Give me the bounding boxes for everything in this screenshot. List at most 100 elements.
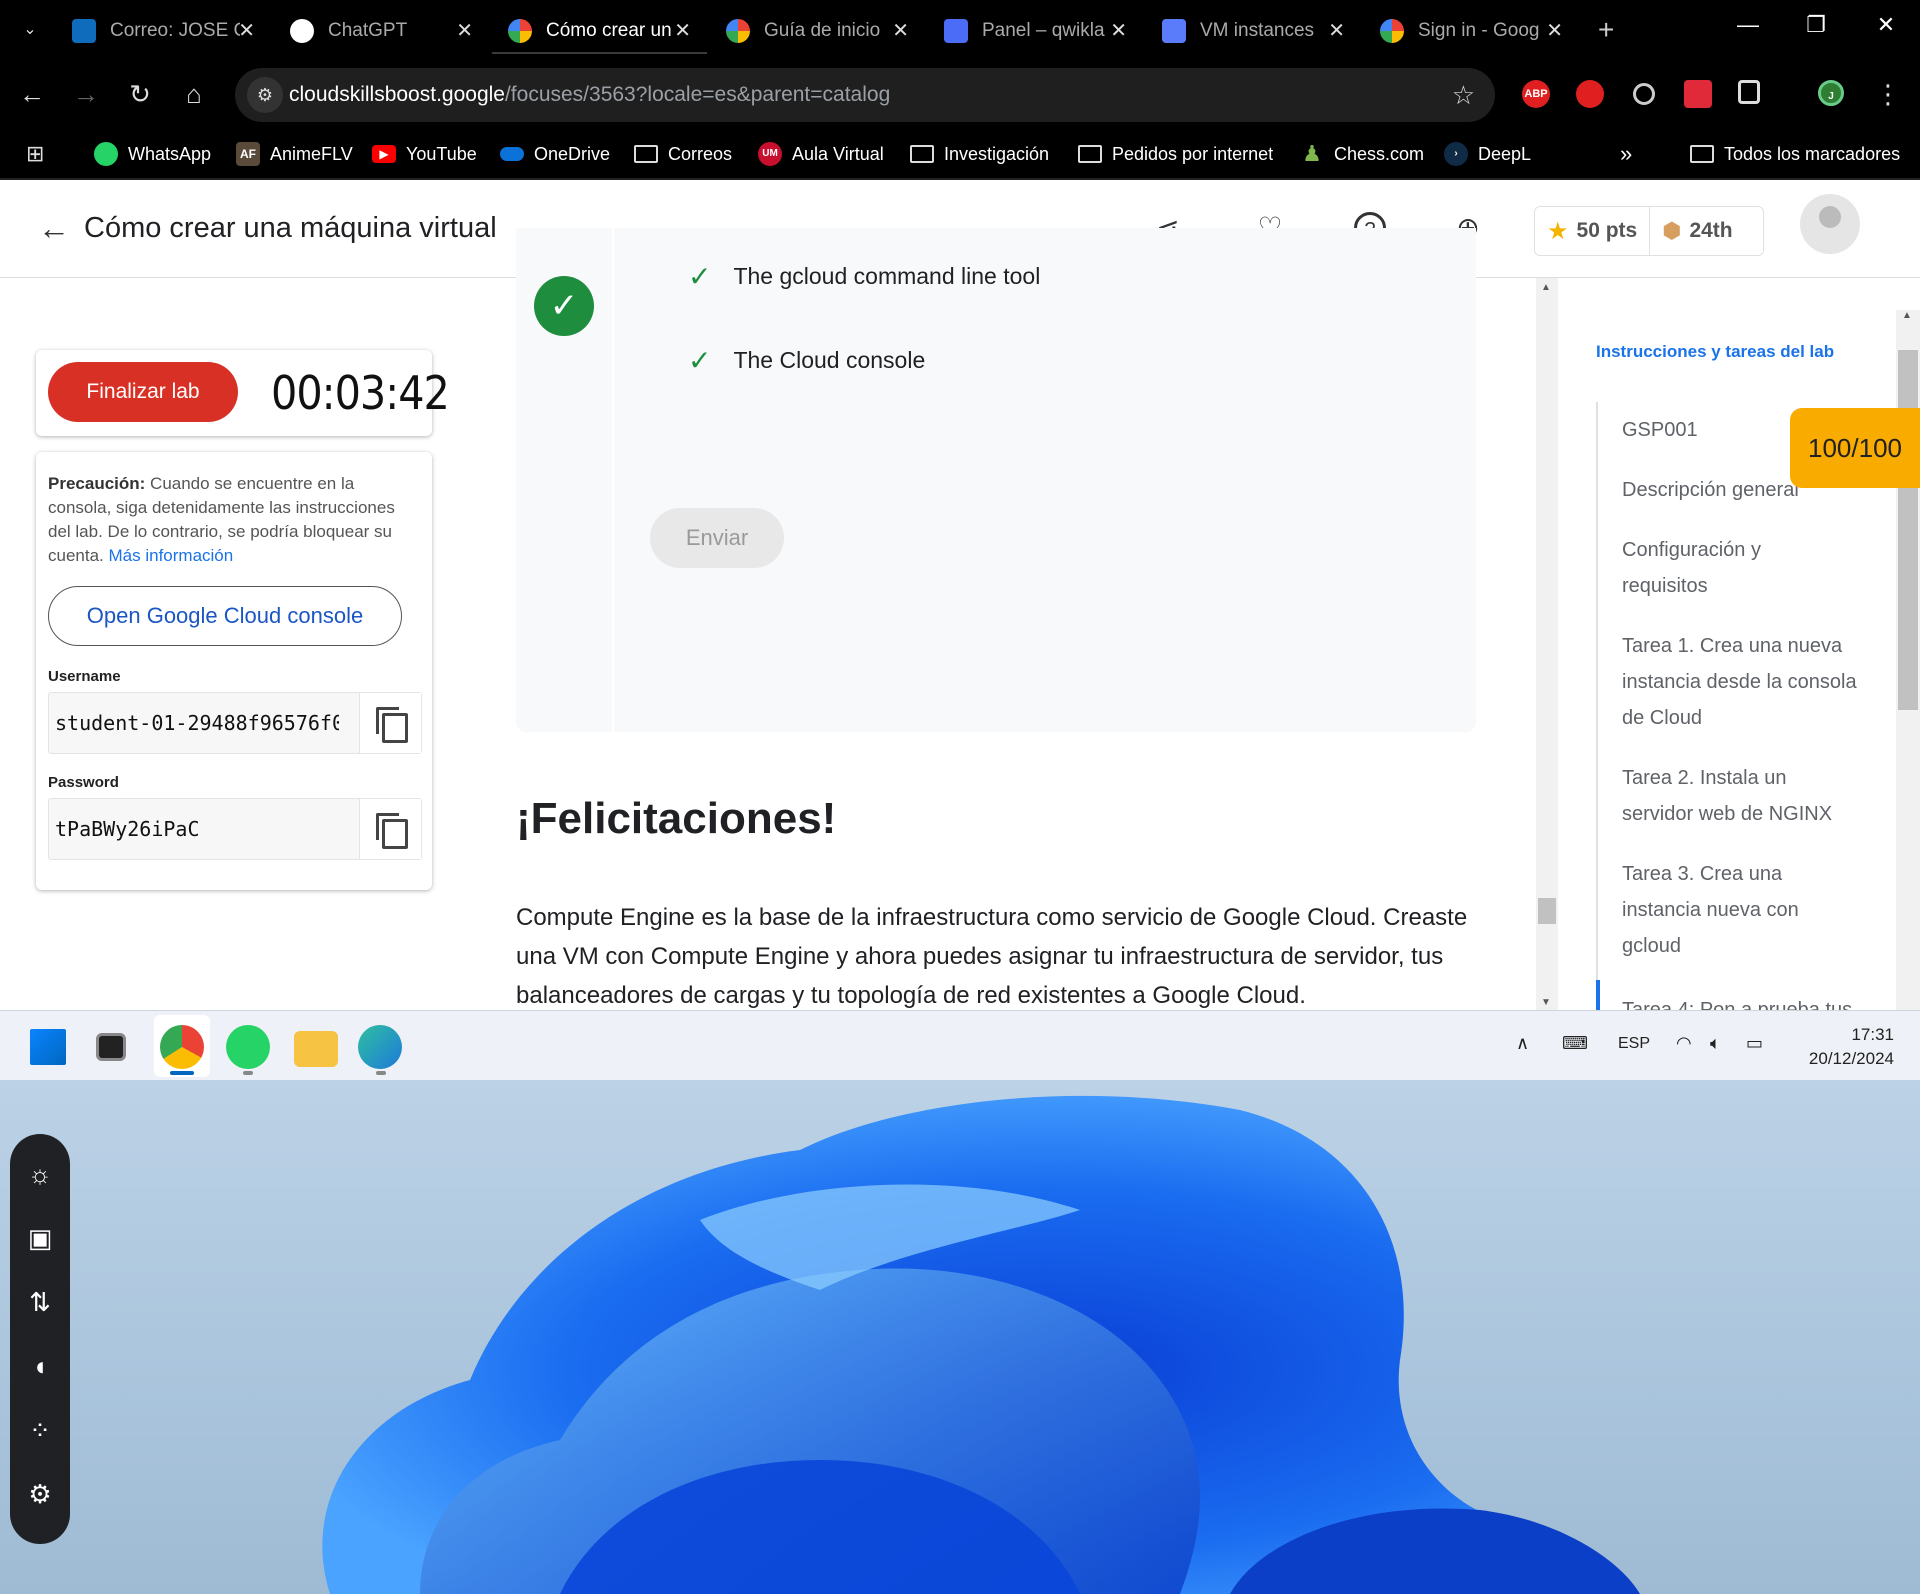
bookmark-label: YouTube [406, 143, 477, 164]
volume-muted-icon[interactable]: 🔈︎ [1710, 1033, 1721, 1054]
keyboard-icon[interactable]: ⌨ [1562, 1033, 1588, 1054]
bookmark-correos[interactable]: Correos [634, 140, 732, 168]
bookmark-whatsapp[interactable]: WhatsApp [94, 140, 211, 168]
chrome-icon[interactable] [160, 1025, 204, 1069]
close-icon[interactable]: ✕ [1546, 19, 1563, 43]
brightness-icon[interactable]: ☼ [24, 1158, 56, 1190]
taskbar-clock[interactable]: 17:31 20/12/2024 [1784, 1023, 1894, 1071]
score-box: ★ 50 pts ⬢ 24th [1534, 206, 1764, 256]
extension-circle-icon[interactable] [1633, 83, 1655, 105]
toc-item[interactable]: Tarea 2. Instala un servidor web de NGIN… [1622, 760, 1862, 832]
toc-item[interactable]: Tarea 3. Crea una instancia nueva con gc… [1622, 856, 1842, 964]
more-bookmarks-button[interactable]: » [1620, 140, 1632, 168]
tab-como-crear[interactable]: Cómo crear un ✕ [492, 10, 707, 54]
adblock-plus-icon[interactable]: ABP [1522, 80, 1550, 108]
restore-button[interactable]: ❐ [1796, 12, 1836, 38]
bookmark-deepl[interactable]: › DeepL [1444, 140, 1531, 168]
end-lab-button[interactable]: Finalizar lab [48, 362, 238, 422]
wifi-icon[interactable]: ◠ [1676, 1033, 1692, 1054]
more-info-link[interactable]: Más información [109, 546, 234, 565]
close-icon[interactable]: ✕ [238, 19, 255, 43]
close-icon[interactable]: ✕ [456, 19, 473, 43]
compute-engine-icon [1162, 19, 1186, 43]
toc-item[interactable]: Tarea 4: Pon a prueba tus [1622, 992, 1882, 1010]
tab-search-chevron-icon[interactable]: ⌄ [18, 18, 42, 42]
tab-guia-inicio[interactable]: Guía de inicio ✕ [710, 10, 925, 52]
close-icon[interactable]: ✕ [892, 19, 909, 43]
copy-username-icon[interactable] [359, 693, 421, 753]
more-menu-icon[interactable]: ⋮ [1870, 76, 1906, 112]
completed-check-icon: ✓ [534, 276, 594, 336]
site-settings-icon[interactable]: ⚙ [247, 77, 283, 113]
back-arrow-icon[interactable]: ← [38, 210, 70, 247]
bookmark-animeflv[interactable]: AF AnimeFLV [236, 140, 353, 168]
file-explorer-icon[interactable] [294, 1031, 338, 1067]
tab-outlook[interactable]: Correo: JOSE C ✕ [56, 10, 271, 52]
bookmark-investigacion[interactable]: Investigación [910, 140, 1049, 168]
bookmark-onedrive[interactable]: OneDrive [500, 140, 610, 168]
tab-vm-instances[interactable]: VM instances ✕ [1146, 10, 1361, 52]
tab-chatgpt[interactable]: ChatGPT ✕ [274, 10, 489, 52]
microphone-icon[interactable]: ◖ [24, 1350, 56, 1382]
qwiklabs-icon [944, 19, 968, 43]
toc-item[interactable]: Tarea 1. Crea una nueva instancia desde … [1622, 628, 1872, 736]
profile-avatar-icon[interactable]: J [1818, 80, 1844, 106]
close-window-button[interactable]: ✕ [1866, 12, 1906, 38]
edge-icon[interactable] [358, 1025, 402, 1069]
um-icon: UM [758, 142, 782, 166]
bookmark-label: Pedidos por internet [1112, 143, 1274, 164]
reload-icon[interactable]: ↻ [122, 76, 158, 112]
bookmark-aula-virtual[interactable]: UM Aula Virtual [758, 140, 884, 168]
user-avatar[interactable] [1800, 194, 1860, 254]
screen-share-icon[interactable]: ⇅ [24, 1286, 56, 1318]
close-icon[interactable]: ✕ [1110, 19, 1127, 43]
scroll-up-icon[interactable]: ▲ [1902, 310, 1912, 321]
close-icon[interactable]: ✕ [674, 19, 691, 43]
whatsapp-icon[interactable] [226, 1025, 270, 1069]
content-scroll-thumb[interactable] [1538, 898, 1556, 924]
all-bookmarks-button[interactable]: Todos los marcadores [1690, 140, 1900, 168]
settings-gear-icon[interactable]: ⚙ [24, 1478, 56, 1510]
scroll-down-icon[interactable]: ▼ [1541, 997, 1551, 1008]
language-indicator[interactable]: ESP [1618, 1035, 1650, 1053]
bookmark-youtube[interactable]: ▶ YouTube [372, 140, 477, 168]
tray-chevron-icon[interactable]: ∧ [1516, 1033, 1529, 1054]
bookmark-pedidos[interactable]: Pedidos por internet [1078, 140, 1273, 168]
minimize-button[interactable]: — [1728, 12, 1768, 38]
address-bar[interactable]: ⚙ cloudskillsboost.google/focuses/3563?l… [235, 68, 1495, 122]
tab-sign-in-google[interactable]: Sign in - Goog ✕ [1364, 10, 1579, 52]
back-arrow-icon[interactable]: ← [14, 76, 50, 112]
toc-rail [1596, 402, 1598, 1010]
option-label: The gcloud command line tool [733, 263, 1041, 289]
copy-password-icon[interactable] [359, 799, 421, 859]
home-icon[interactable]: ⌂ [176, 76, 212, 112]
url-text[interactable]: cloudskillsboost.google/focuses/3563?loc… [289, 83, 890, 107]
toc-scroll-thumb[interactable] [1898, 350, 1918, 710]
extension-mendeley-icon[interactable] [1684, 80, 1712, 108]
windows-taskbar: ∧ ⌨ ESP ◠ 🔈︎ ▭ 17:31 20/12/2024 [0, 1010, 1920, 1080]
submit-button[interactable]: Enviar [650, 508, 784, 568]
password-value: tPaBWy26iPaC [55, 817, 200, 841]
bookmark-star-icon[interactable]: ☆ [1452, 80, 1475, 111]
extensions-puzzle-icon[interactable] [1738, 80, 1760, 104]
scroll-up-icon[interactable]: ▲ [1541, 282, 1551, 293]
close-icon[interactable]: ✕ [1328, 19, 1345, 43]
username-field[interactable]: student-01-29488f96576f0 [48, 692, 422, 754]
bookmark-chess[interactable]: ♟ Chess.com [1300, 140, 1424, 168]
tab-panel-qwiklabs[interactable]: Panel – qwikla ✕ [928, 10, 1143, 52]
forward-arrow-icon[interactable]: → [68, 76, 104, 112]
windows-start-icon[interactable] [30, 1029, 66, 1065]
extension-hand-icon[interactable] [1576, 80, 1604, 108]
toc-item[interactable]: Configuración y requisitos [1622, 532, 1822, 604]
apps-dots-icon[interactable]: ⁘ [24, 1414, 56, 1446]
screen-cast-icon[interactable]: ▣ [24, 1222, 56, 1254]
open-console-button[interactable]: Open Google Cloud console [48, 586, 402, 646]
rank-badge: ⬢ 24th [1649, 207, 1744, 255]
new-tab-button[interactable]: + [1598, 14, 1614, 46]
apps-grid-icon[interactable]: ⊞ [26, 140, 44, 168]
password-field[interactable]: tPaBWy26iPaC [48, 798, 422, 860]
tab-label: VM instances [1200, 20, 1315, 41]
task-view-icon[interactable] [96, 1033, 126, 1061]
battery-icon[interactable]: ▭ [1746, 1033, 1763, 1054]
lab-toc: Instrucciones y tareas del lab GSP001 De… [1558, 278, 1920, 1010]
